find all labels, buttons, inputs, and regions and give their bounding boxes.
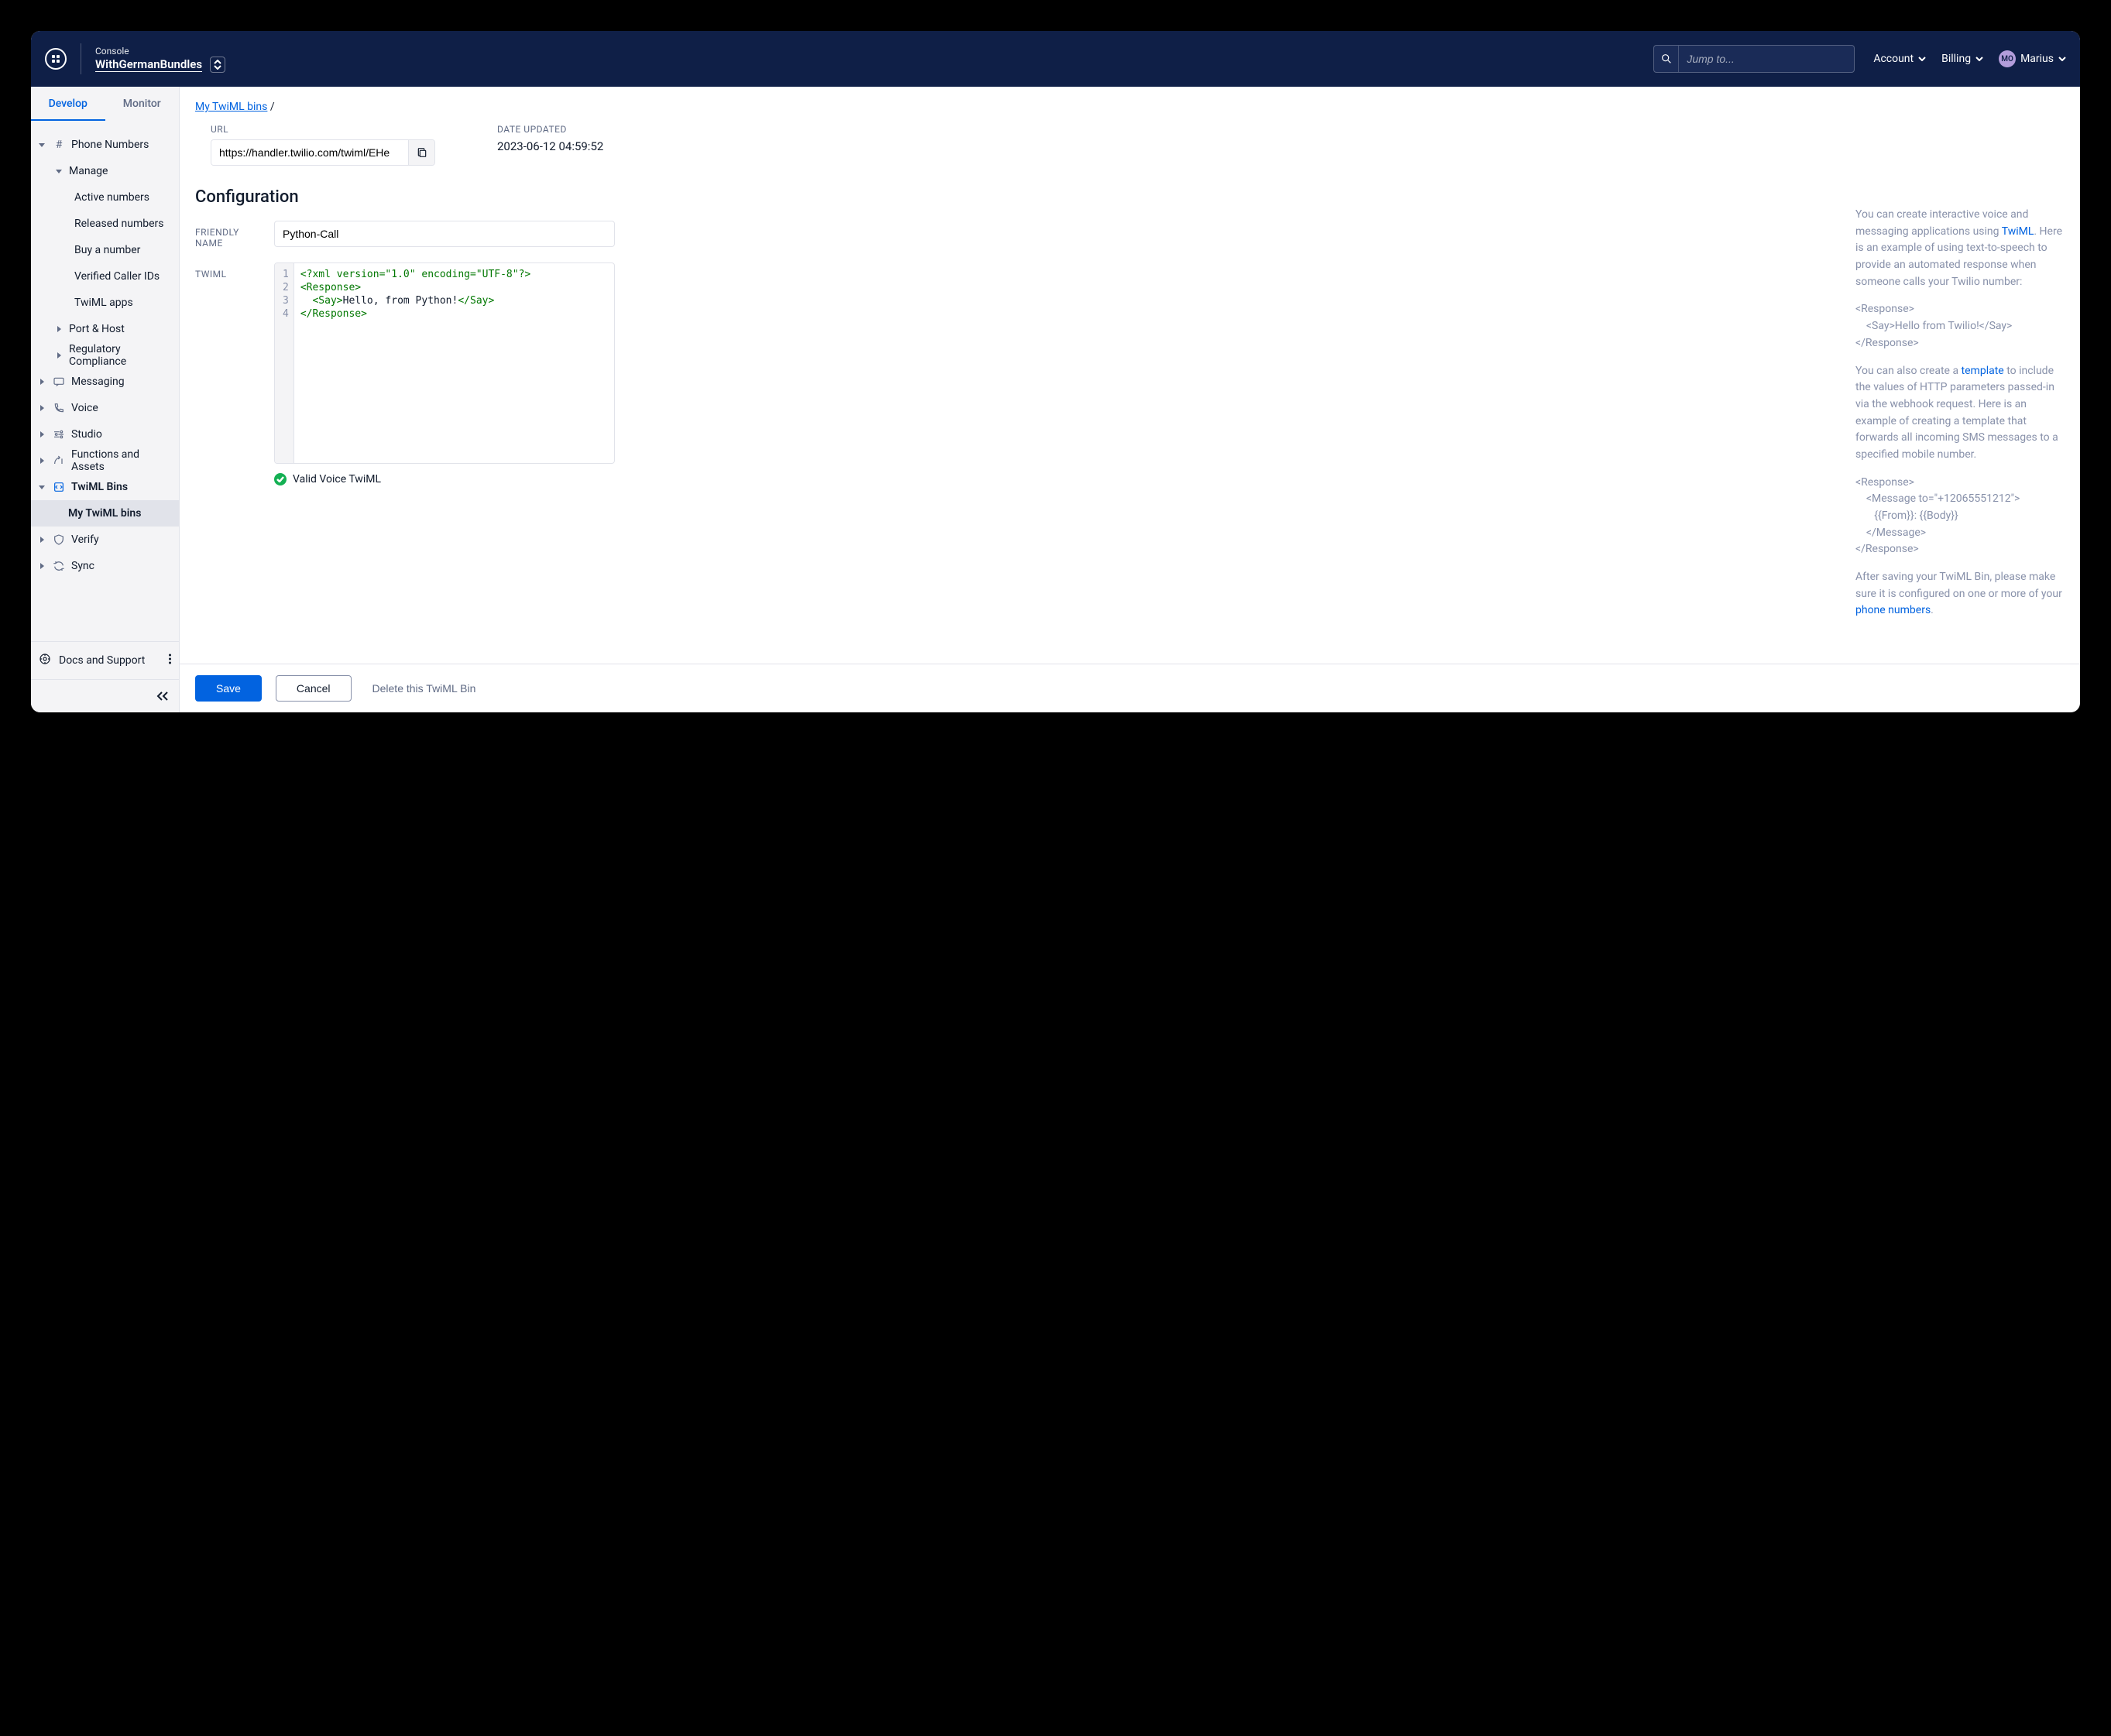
copy-icon	[416, 146, 428, 159]
billing-menu[interactable]: Billing	[1941, 53, 1983, 65]
sidebar-item-functions-assets[interactable]: Functions and Assets	[31, 448, 179, 474]
search-input[interactable]	[1679, 53, 1854, 65]
messaging-icon	[52, 376, 66, 388]
app-header: Console WithGermanBundles Account Billin…	[31, 31, 2080, 87]
sidebar-item-my-twiml-bins[interactable]: My TwiML bins	[31, 500, 179, 527]
sidebar-item-studio[interactable]: Studio	[31, 421, 179, 448]
verify-icon	[52, 533, 66, 546]
help-link-template[interactable]: template	[1962, 365, 2004, 377]
sidebar-item-released-numbers[interactable]: Released numbers	[31, 211, 179, 237]
account-menu[interactable]: Account	[1873, 53, 1926, 65]
sidebar-item-twiml-bins[interactable]: TwiML Bins	[31, 474, 179, 500]
sidebar-item-manage[interactable]: Manage	[31, 158, 179, 184]
sidebar-item-port-host[interactable]: Port & Host	[31, 316, 179, 342]
url-label: URL	[211, 124, 435, 135]
friendly-name-label: FRIENDLY NAME	[195, 221, 259, 249]
delete-button[interactable]: Delete this TwiML Bin	[366, 675, 483, 702]
sidebar-item-active-numbers[interactable]: Active numbers	[31, 184, 179, 211]
twiml-bins-icon	[52, 481, 66, 493]
url-input[interactable]	[211, 140, 408, 165]
help-link-phone-numbers[interactable]: phone numbers	[1855, 604, 1931, 616]
date-updated-label: DATE UPDATED	[497, 124, 603, 135]
search-icon	[1654, 46, 1679, 72]
voice-icon	[52, 402, 66, 414]
more-icon[interactable]	[169, 654, 171, 667]
sidebar-item-voice[interactable]: Voice	[31, 395, 179, 421]
twilio-logo	[45, 48, 67, 70]
sidebar: Develop Monitor # Phone Numbers Manage A…	[31, 87, 180, 712]
check-icon	[274, 473, 287, 485]
account-label: Account	[1873, 53, 1914, 65]
sidebar-item-verify[interactable]: Verify	[31, 527, 179, 553]
sidebar-item-twiml-apps[interactable]: TwiML apps	[31, 290, 179, 316]
action-bar: Save Cancel Delete this TwiML Bin	[180, 664, 2080, 712]
sidebar-item-docs-support[interactable]: Docs and Support	[31, 641, 179, 679]
tab-monitor[interactable]: Monitor	[105, 87, 180, 121]
user-menu[interactable]: MO Marius	[1999, 50, 2066, 67]
sidebar-collapse-button[interactable]	[31, 679, 179, 712]
global-search	[1653, 45, 1855, 73]
twiml-label: TWIML	[195, 262, 259, 280]
valid-status: Valid Voice TwiML	[274, 473, 615, 485]
sync-icon	[52, 560, 66, 572]
help-link-twiml[interactable]: TwiML	[2002, 225, 2034, 238]
save-button[interactable]: Save	[195, 675, 262, 702]
sidebar-item-regulatory-compliance[interactable]: Regulatory Compliance	[31, 342, 179, 369]
avatar: MO	[1999, 50, 2016, 67]
project-switch-button[interactable]	[210, 57, 225, 73]
docs-icon	[39, 653, 51, 668]
cancel-button[interactable]: Cancel	[276, 675, 352, 702]
breadcrumb-link-my-twiml-bins[interactable]: My TwiML bins	[195, 101, 267, 113]
project-name[interactable]: WithGermanBundles	[95, 57, 202, 72]
help-panel: You can create interactive voice and mes…	[1855, 207, 2065, 630]
tab-develop[interactable]: Develop	[31, 87, 105, 121]
copy-button[interactable]	[408, 140, 434, 165]
sidebar-item-phone-numbers[interactable]: # Phone Numbers	[31, 132, 179, 158]
sidebar-item-messaging[interactable]: Messaging	[31, 369, 179, 395]
console-label: Console	[95, 46, 225, 57]
user-name: Marius	[2020, 53, 2054, 65]
friendly-name-input[interactable]	[274, 221, 615, 247]
breadcrumb: My TwiML bins /	[195, 101, 2065, 113]
billing-label: Billing	[1941, 53, 1971, 65]
sidebar-item-sync[interactable]: Sync	[31, 553, 179, 579]
studio-icon	[52, 428, 66, 441]
twiml-editor[interactable]: 1 2 3 4 <?xml version="1.0" encoding="UT…	[274, 262, 615, 464]
configuration-heading: Configuration	[195, 187, 2065, 207]
functions-icon	[52, 455, 66, 467]
project-selector: Console WithGermanBundles	[95, 46, 225, 73]
hash-icon: #	[52, 139, 66, 151]
sidebar-item-verified-caller-ids[interactable]: Verified Caller IDs	[31, 263, 179, 290]
sidebar-item-buy-a-number[interactable]: Buy a number	[31, 237, 179, 263]
date-updated-value: 2023-06-12 04:59:52	[497, 139, 603, 153]
twiml-code: <?xml version="1.0" encoding="UTF-8"?> <…	[294, 263, 614, 463]
